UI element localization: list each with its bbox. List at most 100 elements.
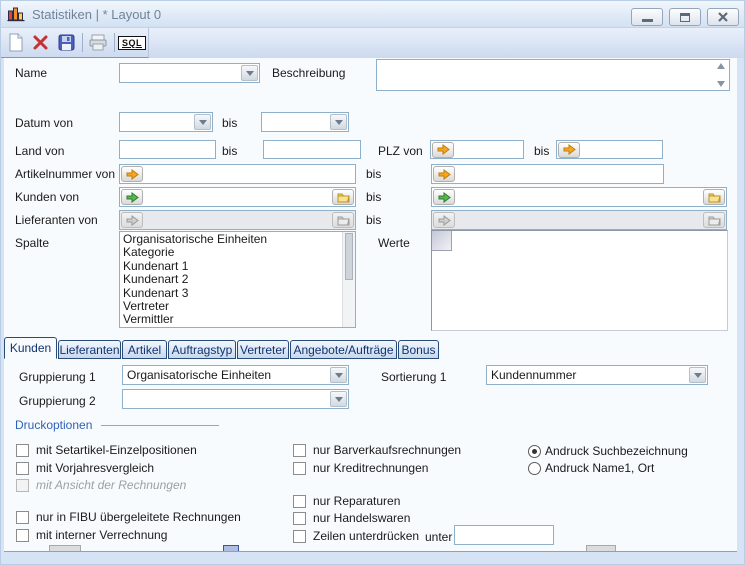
checkbox-mit-vorjahresvergleich[interactable]: mit Vorjahresvergleich bbox=[16, 461, 154, 475]
list-item[interactable]: Kundenart 2 bbox=[123, 273, 342, 286]
kunden-bis-goto-button[interactable] bbox=[433, 189, 455, 205]
sortierung1-combobox[interactable]: Kundennummer bbox=[486, 365, 708, 385]
tab-artikel[interactable]: Artikel bbox=[122, 340, 167, 359]
spalte-scrollbar[interactable] bbox=[342, 232, 355, 327]
checkbox-mit-ansicht-der-rechnungen: mit Ansicht der Rechnungen bbox=[16, 478, 186, 492]
plz-bis-input[interactable] bbox=[581, 141, 662, 158]
tab-bonus[interactable]: Bonus bbox=[398, 340, 439, 359]
new-layout-button[interactable] bbox=[4, 30, 27, 55]
plz-bis-goto-button[interactable] bbox=[558, 142, 580, 158]
unter-field[interactable] bbox=[454, 525, 554, 545]
tab-kunden[interactable]: Kunden bbox=[4, 337, 57, 359]
artikelnummer-bis-goto-button[interactable] bbox=[433, 166, 455, 182]
artikelnummer-von-field[interactable] bbox=[119, 164, 356, 184]
checkbox-nur-kreditrechnungen[interactable]: nur Kreditrechnungen bbox=[293, 461, 428, 475]
werte-grid-corner-cell[interactable] bbox=[432, 231, 452, 251]
gruppierung2-label: Gruppierung 2 bbox=[19, 394, 96, 408]
spalte-listbox[interactable]: Organisatorische EinheitenKategorieKunde… bbox=[119, 231, 356, 328]
chevron-down-icon[interactable] bbox=[241, 65, 258, 81]
delete-layout-button[interactable] bbox=[29, 30, 52, 55]
unter-input[interactable] bbox=[455, 526, 553, 544]
checkbox-nur-barverkaufsrechnungen[interactable]: nur Barverkaufsrechnungen bbox=[293, 443, 461, 457]
kunden-bis-folder-button[interactable] bbox=[703, 189, 725, 205]
kunden-von-field[interactable] bbox=[119, 187, 356, 207]
artikelnummer-von-input[interactable] bbox=[144, 165, 355, 183]
tab-angebote-auftraege[interactable]: Angebote/Aufträge bbox=[290, 340, 397, 359]
titlebar[interactable]: Statistiken | * Layout 0 bbox=[1, 1, 744, 28]
datum-bis-picker[interactable] bbox=[261, 112, 349, 132]
list-item[interactable]: Kundenart 1 bbox=[123, 260, 342, 273]
scrollbar-thumb[interactable] bbox=[345, 233, 353, 280]
checkbox-nur-in-fibu-uebergeleitete-rechnungen[interactable]: nur in FIBU übergeleitete Rechnungen bbox=[16, 510, 241, 524]
werte-grid[interactable] bbox=[431, 230, 728, 331]
land-bis-input[interactable] bbox=[264, 141, 360, 158]
maximize-icon bbox=[680, 13, 690, 22]
gruppierung1-combobox[interactable]: Organisatorische Einheiten bbox=[122, 365, 349, 385]
tab-vertreter[interactable]: Vertreter bbox=[237, 340, 289, 359]
chevron-down-icon[interactable] bbox=[689, 367, 706, 383]
gray-arrow-icon bbox=[438, 215, 451, 226]
maximize-button[interactable] bbox=[669, 8, 701, 26]
land-bis-field[interactable] bbox=[263, 140, 361, 159]
checkbox-box bbox=[16, 444, 29, 457]
chevron-down-icon[interactable] bbox=[194, 114, 211, 130]
datum-von-picker[interactable] bbox=[119, 112, 213, 132]
print-button[interactable] bbox=[87, 30, 110, 55]
list-item[interactable]: Vermittler bbox=[123, 313, 342, 326]
tab-lieferanten[interactable]: Lieferanten bbox=[58, 340, 121, 359]
close-icon bbox=[718, 12, 728, 22]
datum-bis-input[interactable] bbox=[262, 113, 329, 131]
land-von-field[interactable] bbox=[119, 140, 216, 159]
plz-von-input[interactable] bbox=[455, 141, 523, 158]
artikelnummer-bis-field[interactable] bbox=[431, 164, 664, 184]
lieferanten-bis-field bbox=[431, 210, 727, 230]
plz-bis-field[interactable] bbox=[556, 140, 663, 159]
list-item[interactable]: Organisatorische Einheiten bbox=[123, 233, 342, 246]
datum-von-label: Datum von bbox=[15, 116, 73, 130]
tab-auftragstyp[interactable]: Auftragstyp bbox=[168, 340, 236, 359]
artikelnummer-von-goto-button[interactable] bbox=[121, 166, 143, 182]
kunden-von-input[interactable] bbox=[144, 188, 331, 206]
sql-icon: SQL bbox=[118, 36, 146, 50]
triangle-up-icon[interactable] bbox=[717, 63, 725, 69]
chevron-down-icon[interactable] bbox=[330, 114, 347, 130]
list-item[interactable]: Vertreter bbox=[123, 300, 342, 313]
kunden-bis-field[interactable] bbox=[431, 187, 727, 207]
kunden-von-folder-button[interactable] bbox=[332, 189, 354, 205]
beschreibung-textarea[interactable] bbox=[376, 59, 730, 91]
radio-dot bbox=[532, 449, 537, 454]
kunden-von-goto-button[interactable] bbox=[121, 189, 143, 205]
checkbox-mit-setartikel-einzelpositionen[interactable]: mit Setartikel-Einzelpositionen bbox=[16, 443, 197, 457]
green-arrow-icon bbox=[438, 192, 451, 203]
checkbox-nur-reparaturen[interactable]: nur Reparaturen bbox=[293, 494, 400, 508]
folder-icon bbox=[337, 191, 350, 203]
gruppierung2-combobox[interactable] bbox=[122, 389, 349, 409]
plz-von-goto-button[interactable] bbox=[432, 142, 454, 158]
minimize-button[interactable] bbox=[631, 8, 663, 26]
sql-button[interactable]: SQL bbox=[119, 30, 145, 55]
toolbar-separator bbox=[82, 33, 83, 52]
name-combobox[interactable] bbox=[119, 63, 260, 83]
artikelnummer-bis-input[interactable] bbox=[456, 165, 663, 183]
land-von-input[interactable] bbox=[120, 141, 215, 158]
checkbox-box bbox=[293, 530, 306, 543]
checkbox-mit-interner-verrechnung[interactable]: mit interner Verrechnung bbox=[16, 528, 167, 542]
plz-von-field[interactable] bbox=[430, 140, 524, 159]
list-item[interactable]: Kundenart 3 bbox=[123, 287, 342, 300]
datum-von-input[interactable] bbox=[120, 113, 193, 131]
save-layout-button[interactable] bbox=[55, 30, 78, 55]
triangle-down-icon[interactable] bbox=[717, 81, 725, 87]
beschreibung-scrollbar[interactable] bbox=[713, 60, 729, 90]
checkbox-nur-handelswaren[interactable]: nur Handelswaren bbox=[293, 511, 410, 525]
orange-arrow-icon bbox=[438, 169, 451, 180]
checkbox-zeilen-unterdruecken[interactable]: Zeilen unterdrücken bbox=[293, 529, 419, 543]
radio-andruck-suchbezeichnung[interactable]: Andruck Suchbezeichnung bbox=[528, 444, 688, 458]
chevron-down-icon[interactable] bbox=[330, 391, 347, 407]
kunden-bis-input[interactable] bbox=[456, 188, 702, 206]
orange-arrow-icon bbox=[563, 144, 576, 155]
name-input[interactable] bbox=[120, 64, 240, 82]
radio-andruck-name1-ort[interactable]: Andruck Name1, Ort bbox=[528, 461, 654, 475]
close-button[interactable] bbox=[707, 8, 739, 26]
chevron-down-icon[interactable] bbox=[330, 367, 347, 383]
list-item[interactable]: Kategorie bbox=[123, 246, 342, 259]
